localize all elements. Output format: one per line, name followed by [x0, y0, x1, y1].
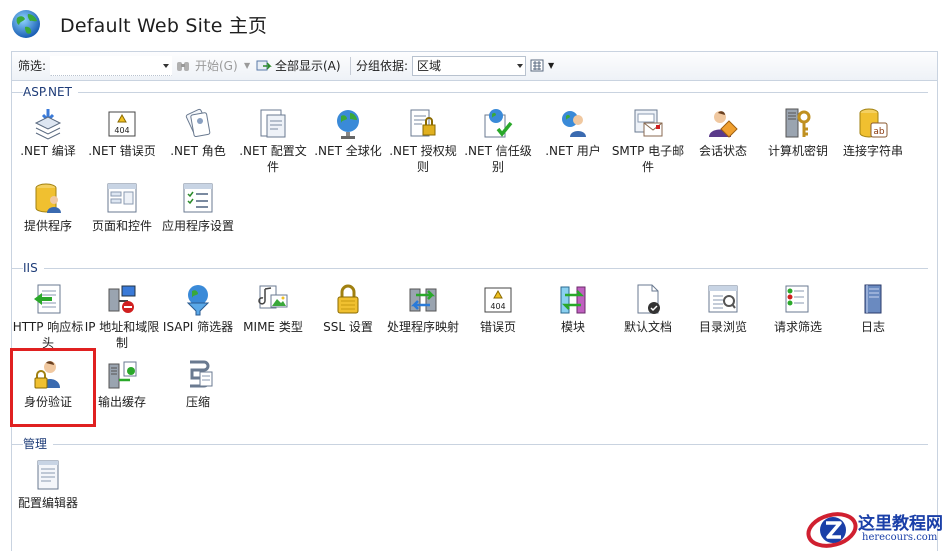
- filter-input[interactable]: [50, 56, 172, 76]
- globe-icon: [12, 10, 40, 38]
- logging-icon: [864, 284, 882, 314]
- group-by-select[interactable]: 区域: [412, 56, 526, 76]
- feature-logging[interactable]: 日志: [835, 283, 911, 335]
- directory-browse-icon: [708, 285, 738, 313]
- view-mode-dropdown-icon[interactable]: ▼: [548, 52, 554, 80]
- binoculars-icon: [177, 62, 189, 71]
- watermark-subtitle: herecours.com: [862, 532, 938, 543]
- feature-net-compile[interactable]: .NET 编译: [10, 107, 86, 159]
- feature-net-roles[interactable]: .NET 角色: [160, 107, 236, 159]
- feature-default-document[interactable]: 默认文档: [610, 283, 686, 335]
- feature-net-authorization[interactable]: .NET 授权规则: [385, 107, 461, 175]
- section-management: 管理: [11, 437, 938, 451]
- feature-net-error-pages[interactable]: 404 .NET 错误页: [84, 107, 160, 159]
- view-mode-icon[interactable]: [530, 58, 546, 74]
- feature-app-settings[interactable]: 应用程序设置: [160, 182, 236, 234]
- modules-icon: [560, 286, 586, 314]
- start-dropdown-icon[interactable]: ▼: [244, 52, 250, 80]
- svg-text:404: 404: [114, 126, 129, 135]
- profile-icon: [260, 109, 286, 138]
- users-icon: [562, 111, 586, 137]
- feature-net-users[interactable]: .NET 用户: [535, 107, 611, 159]
- section-aspnet: ASP.NET: [11, 85, 938, 99]
- trust-icon: [484, 109, 513, 138]
- feature-smtp-email[interactable]: SMTP 电子邮件: [610, 107, 686, 175]
- watermark-title: 这里教程网: [858, 514, 943, 534]
- error-page-icon: 404: [108, 111, 136, 137]
- feature-error-pages[interactable]: 404 错误页: [460, 283, 536, 335]
- feature-request-filtering[interactable]: 请求筛选: [760, 283, 836, 335]
- mime-icon: [258, 285, 288, 309]
- feature-modules[interactable]: 模块: [535, 283, 611, 335]
- svg-text:404: 404: [490, 302, 505, 311]
- machine-key-icon: [785, 108, 811, 138]
- highlight-box: [10, 348, 96, 427]
- authorization-icon: [410, 109, 436, 137]
- show-all-button[interactable]: 全部显示(A): [275, 52, 341, 80]
- feature-connection-strings[interactable]: ab 连接字符串: [835, 107, 911, 159]
- http-headers-icon: [34, 284, 61, 314]
- config-editor-icon: [37, 460, 59, 490]
- feature-handler-mappings[interactable]: 处理程序映射: [385, 283, 461, 335]
- page-header: Default Web Site 主页: [0, 0, 949, 46]
- compression-icon: [190, 360, 213, 388]
- handler-icon: [409, 288, 437, 312]
- section-iis: IIS: [11, 261, 938, 275]
- email-icon: [634, 109, 663, 137]
- feature-net-profile[interactable]: .NET 配置文件: [235, 107, 311, 175]
- feature-configuration-editor[interactable]: 配置编辑器: [10, 459, 86, 511]
- page-title: Default Web Site 主页: [60, 15, 268, 37]
- globe-icon: [337, 110, 359, 139]
- pages-controls-icon: [107, 183, 137, 213]
- site-watermark: 这里教程网 herecours.com: [800, 506, 949, 551]
- group-by-label: 分组依据:: [356, 59, 409, 73]
- feature-pages-controls[interactable]: 页面和控件: [84, 182, 160, 234]
- feature-providers[interactable]: 提供程序: [10, 182, 86, 234]
- feature-net-globalization[interactable]: .NET 全球化: [310, 107, 386, 159]
- section-label: ASP.NET: [23, 85, 78, 99]
- feature-isapi-filters[interactable]: ISAPI 筛选器: [160, 283, 236, 335]
- session-icon: [709, 111, 738, 138]
- roles-icon: [185, 108, 211, 138]
- providers-icon: [35, 183, 61, 213]
- toolbar: 筛选: 开始(G) ▼ 全部显示(A) 分组依据: 区域 ▼: [11, 51, 938, 81]
- chevron-down-icon[interactable]: [517, 64, 523, 68]
- start-button[interactable]: 开始(G): [195, 52, 238, 80]
- feature-ip-domain-restrictions[interactable]: IP 地址和域限制: [84, 283, 160, 351]
- section-label: 管理: [23, 437, 54, 451]
- app-settings-icon: [183, 183, 213, 213]
- show-all-icon: [256, 60, 272, 71]
- ssl-lock-icon: [337, 284, 359, 314]
- ip-restrictions-icon: [108, 285, 136, 313]
- error-page-icon: 404: [484, 287, 512, 313]
- output-cache-icon: [108, 361, 137, 389]
- filter-label: 筛选:: [18, 59, 47, 73]
- section-label: IIS: [23, 261, 44, 275]
- feature-directory-browsing[interactable]: 目录浏览: [685, 283, 761, 335]
- toolbar-divider: [350, 57, 351, 75]
- feature-net-trust[interactable]: .NET 信任级别: [460, 107, 536, 175]
- feature-compression[interactable]: 压缩: [160, 358, 236, 410]
- compile-icon: [34, 109, 62, 140]
- watermark-logo-icon: [806, 512, 858, 548]
- chevron-down-icon[interactable]: [163, 64, 169, 68]
- feature-machine-key[interactable]: 计算机密钥: [760, 107, 836, 159]
- feature-http-response-headers[interactable]: HTTP 响应标头: [10, 283, 86, 351]
- feature-session-state[interactable]: 会话状态: [685, 107, 761, 159]
- default-doc-icon: [637, 284, 660, 314]
- svg-text:ab: ab: [873, 127, 885, 137]
- request-filter-icon: [785, 285, 809, 313]
- feature-ssl-settings[interactable]: SSL 设置: [310, 283, 386, 335]
- feature-mime-types[interactable]: MIME 类型: [235, 283, 311, 335]
- connection-string-icon: ab: [859, 108, 888, 138]
- isapi-icon: [186, 285, 210, 316]
